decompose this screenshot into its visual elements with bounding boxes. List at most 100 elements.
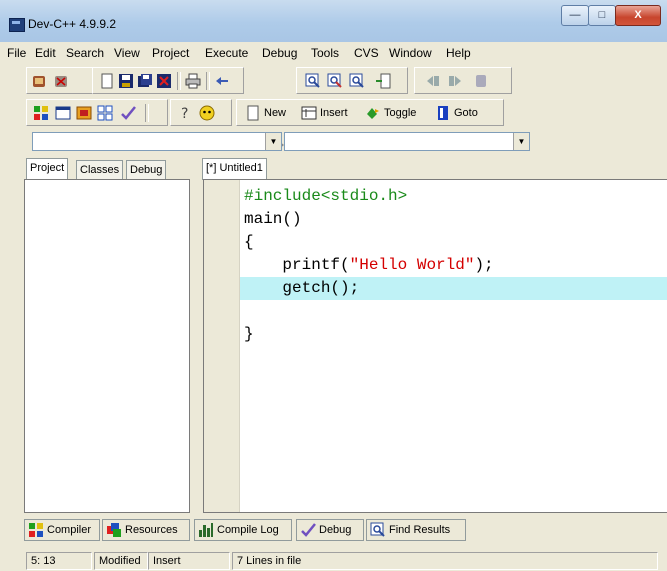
toolbar-secondary: ? New Insert Toggle Goto (0, 98, 667, 126)
tab-untitled1[interactable]: [*] Untitled1 (202, 158, 267, 180)
code-token: { (244, 233, 254, 251)
insert-mode-indicator: Insert (148, 552, 230, 570)
menu-cvs[interactable]: CVS (354, 46, 379, 60)
title-bar[interactable]: Dev-C++ 4.9.9.2 — □ X (0, 0, 667, 42)
new-file-icon[interactable] (99, 73, 115, 89)
minimize-button[interactable]: — (561, 5, 589, 26)
help-icon[interactable]: ? (177, 105, 193, 121)
save-all-icon[interactable] (137, 73, 153, 89)
tab-classes[interactable]: Classes (76, 160, 124, 179)
toggle-button-label: Toggle (384, 107, 417, 119)
menu-view[interactable]: View (114, 46, 140, 60)
toolbar-separator (206, 72, 210, 90)
tab-debug-output[interactable]: Debug (296, 519, 364, 541)
run-icon[interactable] (55, 105, 71, 121)
editor-gutter (204, 180, 240, 512)
tab-compiler[interactable]: Compiler (24, 519, 100, 541)
replace-icon[interactable] (327, 73, 343, 89)
menu-search[interactable]: Search (66, 46, 104, 60)
code-line[interactable]: #include<stdio.h> (240, 185, 667, 208)
unindent-icon (449, 76, 461, 86)
dev-cpp-window: Dev-C++ 4.9.9.2 — □ X File Edit Search V… (0, 0, 667, 571)
code-line[interactable]: } (240, 323, 667, 346)
rebuild-all-icon[interactable] (97, 105, 113, 121)
menu-file[interactable]: File (7, 46, 26, 60)
debug-tab-label: Debug (319, 524, 352, 536)
code-line[interactable] (240, 300, 667, 323)
compiler-icon (29, 523, 43, 537)
minimize-icon: — (569, 9, 581, 21)
maximize-button[interactable]: □ (588, 5, 616, 26)
member-combo-dropdown-icon[interactable]: ▼ (513, 133, 529, 150)
modified-indicator: Modified (94, 552, 148, 570)
code-editor[interactable]: #include<stdio.h> main() { printf("Hello W… (203, 179, 667, 513)
compile-icon[interactable] (33, 105, 49, 121)
indent-icon (427, 76, 439, 86)
member-browser-combo[interactable]: ▼ (284, 132, 530, 151)
menu-window[interactable]: Window (389, 46, 432, 60)
print-icon[interactable] (185, 73, 201, 89)
resources-tab-label: Resources (125, 524, 178, 536)
tab-project[interactable]: Project (26, 158, 69, 180)
class-combo-dropdown-icon[interactable]: ▼ (265, 133, 281, 150)
line-count: 7 Lines in file (232, 552, 658, 570)
code-line[interactable]: printf("Hello World"); (240, 254, 667, 277)
code-lines[interactable]: #include<stdio.h> main() { printf("Hello W… (240, 185, 667, 346)
find-results-icon (370, 522, 385, 537)
menu-help[interactable]: Help (446, 46, 471, 60)
tab-debug[interactable]: Debug (126, 160, 167, 179)
compile-run-icon[interactable] (76, 105, 92, 121)
menu-debug[interactable]: Debug (262, 46, 297, 60)
toolbar-separator (145, 104, 149, 122)
tab-find-results[interactable]: Find Results (366, 519, 466, 541)
find-results-tab-label: Find Results (389, 524, 451, 536)
toolbar-band-2 (92, 67, 244, 94)
code-line[interactable]: main() (240, 208, 667, 231)
toolbar-band-6: ? (170, 99, 232, 126)
insert-icon (301, 106, 317, 120)
find-icon[interactable] (305, 73, 321, 89)
close-icon: X (634, 9, 642, 21)
project-tree-panel[interactable] (24, 179, 190, 513)
maximize-icon: □ (598, 9, 606, 21)
menu-execute[interactable]: Execute (205, 46, 248, 60)
goto-button-label: Goto (454, 107, 478, 119)
about-icon[interactable] (199, 105, 215, 121)
string-literal: "Hello World" (349, 256, 475, 274)
close-project-icon[interactable] (53, 73, 69, 89)
code-line-current[interactable]: getch(); (240, 277, 667, 300)
code-token: } (244, 325, 254, 343)
menu-project[interactable]: Project (152, 46, 189, 60)
toggle-bookmark-icon (367, 108, 379, 119)
code-token: ); (474, 256, 494, 274)
goto-line-icon[interactable] (375, 73, 391, 89)
menu-edit[interactable]: Edit (35, 46, 56, 60)
debug-check-icon[interactable] (120, 105, 136, 121)
insert-button-label: Insert (320, 107, 348, 119)
undo-icon[interactable] (214, 73, 230, 89)
app-icon (9, 18, 25, 32)
open-project-icon[interactable] (31, 73, 47, 89)
compile-disabled-icon (476, 75, 486, 87)
tab-resources[interactable]: Resources (102, 519, 190, 541)
compile-log-tab-label: Compile Log (217, 524, 279, 536)
close-button[interactable]: X (615, 5, 661, 26)
tab-compile-log[interactable]: Compile Log (194, 519, 292, 541)
toolbar-band-5 (26, 99, 168, 126)
compile-log-icon (199, 523, 213, 537)
class-browser-combo[interactable]: ▼ (32, 132, 282, 151)
goto-bookmark-icon (438, 106, 448, 120)
cursor-position: 5: 13 (26, 552, 92, 570)
toolbar-band-7: New Insert Toggle Goto (236, 99, 504, 126)
toolbar-main (0, 66, 667, 149)
window-title: Dev-C++ 4.9.9.2 (28, 17, 117, 31)
find-next-icon[interactable] (349, 73, 365, 89)
menu-bar: File Edit Search View Project Execute De… (0, 43, 667, 63)
toolbar-separator (177, 72, 181, 90)
menu-tools[interactable]: Tools (311, 46, 339, 60)
close-file-icon[interactable] (156, 73, 172, 89)
save-icon[interactable] (118, 73, 134, 89)
toolbar-band-4 (414, 67, 512, 94)
code-line[interactable]: { (240, 231, 667, 254)
new-button-label: New (264, 107, 287, 119)
